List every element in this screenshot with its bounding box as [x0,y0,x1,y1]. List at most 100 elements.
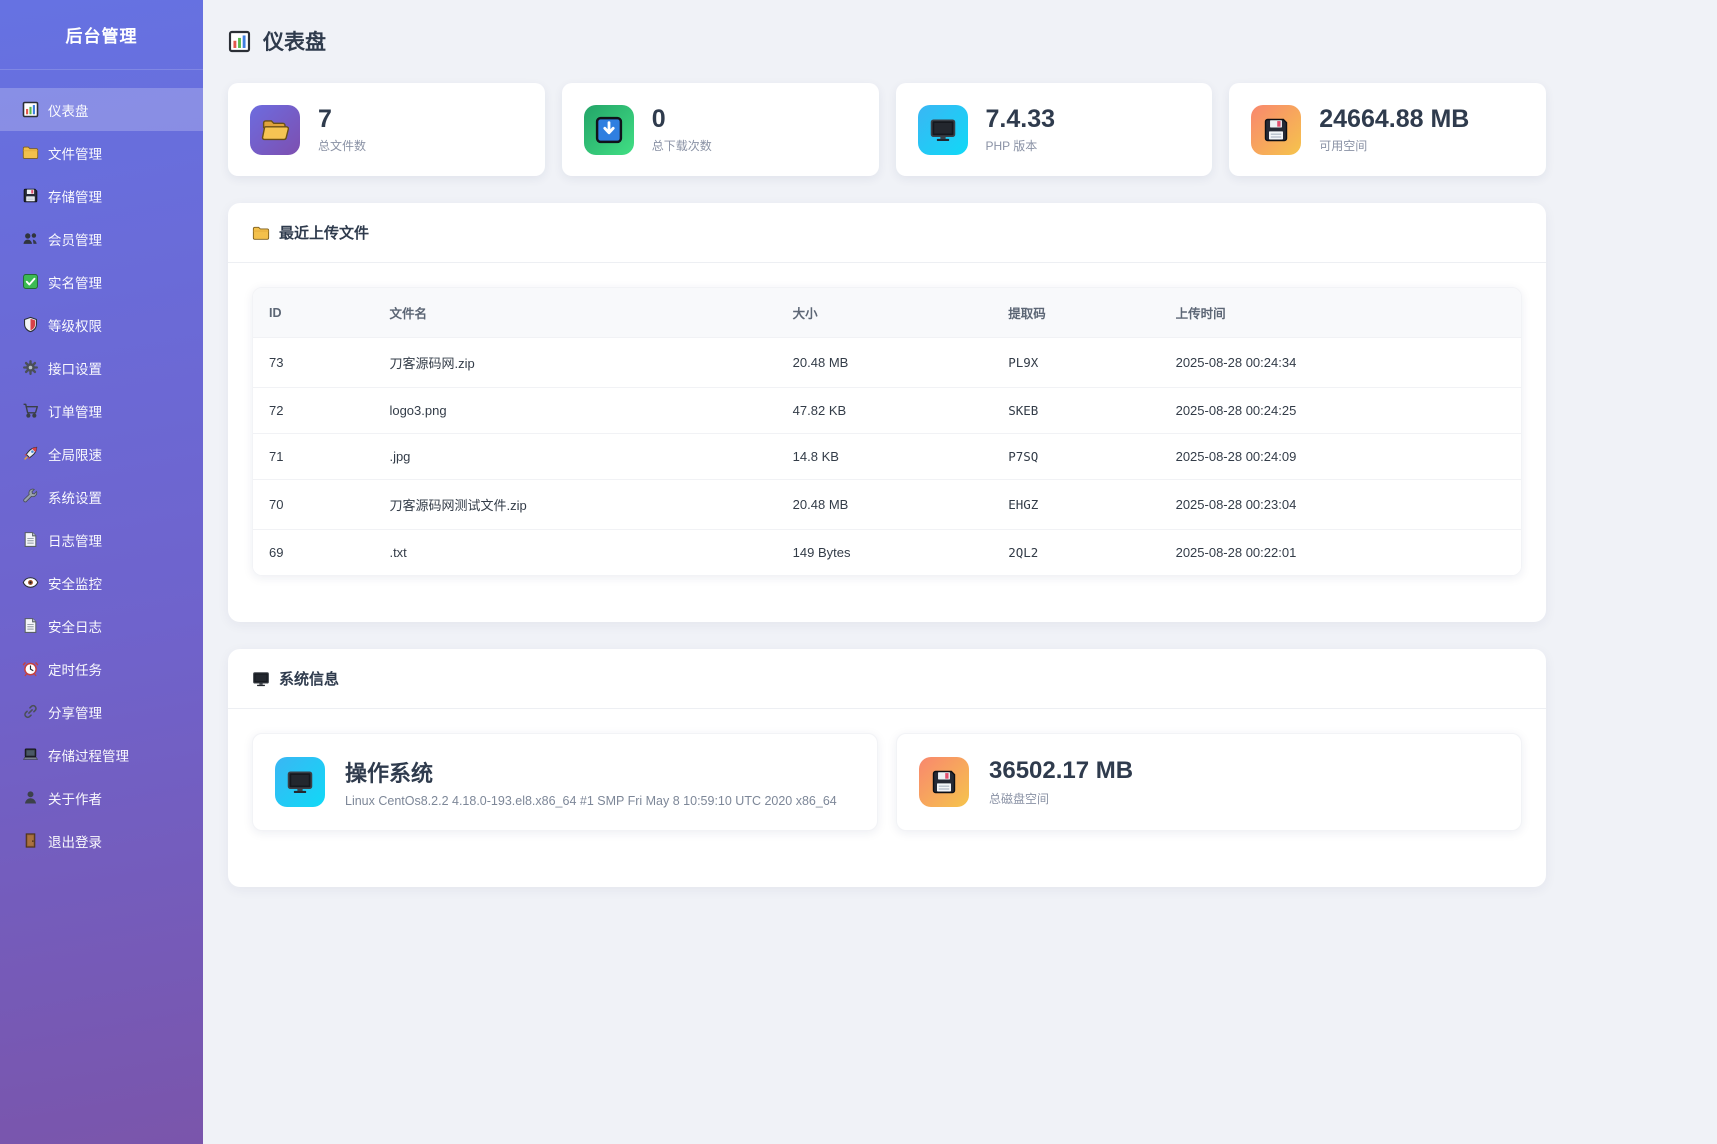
recent-files-title: 最近上传文件 [279,222,369,243]
cell-size: 149 Bytes [777,530,993,576]
shield-icon [22,316,39,333]
sidebar-item-permissions[interactable]: 等级权限 [0,303,203,346]
os-description: Linux CentOs8.2.2 4.18.0-193.el8.x86_64 … [345,794,837,808]
sidebar-item-label: 接口设置 [48,358,102,378]
table-row: 73 刀客源码网.zip 20.48 MB PL9X 2025-08-28 00… [253,338,1521,388]
sidebar-item-shares[interactable]: 分享管理 [0,690,203,733]
stat-card-total-downloads: 0 总下载次数 [562,83,879,176]
monitor-icon [252,670,270,688]
sidebar-item-logout[interactable]: 退出登录 [0,819,203,862]
sidebar-item-logs[interactable]: 日志管理 [0,518,203,561]
sidebar-item-security-logs[interactable]: 安全日志 [0,604,203,647]
monitor-icon [286,768,314,796]
sidebar-item-label: 安全监控 [48,573,102,593]
floppy-icon [22,187,39,204]
folder-icon [22,144,39,161]
sidebar-item-realname[interactable]: 实名管理 [0,260,203,303]
sidebar-item-security-monitor[interactable]: 安全监控 [0,561,203,604]
cell-code: P7SQ [992,434,1159,480]
sidebar-item-label: 存储过程管理 [48,745,129,765]
system-info-panel: 系统信息 操作系统 Linux CentOs8.2.2 4.18.0-193.e… [228,649,1546,887]
check-square-icon [22,273,39,290]
sidebar-item-label: 关于作者 [48,788,102,808]
cell-size: 20.48 MB [777,480,993,530]
column-header-size: 大小 [777,288,993,338]
stat-badge [1251,105,1301,155]
sidebar-item-label: 全局限速 [48,444,102,464]
cell-filename: 刀客源码网.zip [373,338,776,388]
stat-badge [584,105,634,155]
column-header-uploaded-at: 上传时间 [1160,288,1521,338]
cell-size: 14.8 KB [777,434,993,480]
stat-label: 总下载次数 [652,137,712,154]
cart-icon [22,402,39,419]
download-icon [595,116,623,144]
sidebar-item-cron-tasks[interactable]: 定时任务 [0,647,203,690]
page-title-text: 仪表盘 [263,26,326,56]
cell-code: EHGZ [992,480,1159,530]
cell-id: 69 [253,530,373,576]
sidebar-item-label: 文件管理 [48,143,102,163]
cell-uploaded-at: 2025-08-28 00:24:34 [1160,338,1521,388]
sidebar-item-stored-procedures[interactable]: 存储过程管理 [0,733,203,776]
stat-value: 7 [318,105,366,134]
sidebar-item-label: 定时任务 [48,659,102,679]
sidebar-item-label: 仪表盘 [48,100,89,120]
cell-size: 47.82 KB [777,388,993,434]
sidebar-item-rate-limit[interactable]: 全局限速 [0,432,203,475]
cell-id: 70 [253,480,373,530]
sidebar-item-label: 订单管理 [48,401,102,421]
disk-total-label: 总磁盘空间 [989,790,1133,807]
floppy-icon [1262,116,1290,144]
recent-files-header: 最近上传文件 [228,203,1546,263]
wrench-icon [22,488,39,505]
sidebar-item-storage[interactable]: 存储管理 [0,174,203,217]
cell-size: 20.48 MB [777,338,993,388]
os-badge [275,757,325,807]
sidebar-item-label: 存储管理 [48,186,102,206]
rocket-icon [22,445,39,462]
system-info-header: 系统信息 [228,649,1546,709]
floppy-icon [930,768,958,796]
cell-uploaded-at: 2025-08-28 00:24:25 [1160,388,1521,434]
table-row: 72 logo3.png 47.82 KB SKEB 2025-08-28 00… [253,388,1521,434]
users-icon [22,230,39,247]
sidebar-item-orders[interactable]: 订单管理 [0,389,203,432]
stat-value: 7.4.33 [986,105,1056,134]
stat-card-free-space: 24664.88 MB 可用空间 [1229,83,1546,176]
sidebar-item-label: 系统设置 [48,487,102,507]
recent-files-panel: 最近上传文件 ID 文件名 大小 提取码 上传时间 [228,203,1546,622]
stat-badge [918,105,968,155]
table-row: 71 .jpg 14.8 KB P7SQ 2025-08-28 00:24:09 [253,434,1521,480]
cell-filename: .jpg [373,434,776,480]
door-icon [22,832,39,849]
sidebar-item-about-author[interactable]: 关于作者 [0,776,203,819]
sidebar-item-dashboard[interactable]: 仪表盘 [0,88,203,131]
document-icon [22,617,39,634]
column-header-id: ID [253,288,373,338]
sidebar-item-label: 会员管理 [48,229,102,249]
cell-id: 71 [253,434,373,480]
column-header-code: 提取码 [992,288,1159,338]
sidebar-header: 后台管理 [0,0,203,70]
sidebar-item-files[interactable]: 文件管理 [0,131,203,174]
cell-code: PL9X [992,338,1159,388]
stat-label: PHP 版本 [986,137,1056,154]
sidebar-item-api-settings[interactable]: 接口设置 [0,346,203,389]
sidebar-item-members[interactable]: 会员管理 [0,217,203,260]
recent-files-table-card: ID 文件名 大小 提取码 上传时间 73 刀客源码网.zip 20.48 MB [252,287,1522,576]
disk-total-value: 36502.17 MB [989,757,1133,785]
person-icon [22,789,39,806]
stat-label: 可用空间 [1319,137,1469,154]
eye-icon [22,574,39,591]
monitor-icon [929,116,957,144]
stat-badge [250,105,300,155]
cell-uploaded-at: 2025-08-28 00:24:09 [1160,434,1521,480]
stat-card-total-files: 7 总文件数 [228,83,545,176]
alarm-clock-icon [22,660,39,677]
page-title: 仪表盘 [228,26,1546,56]
stats-row: 7 总文件数 0 总下载次数 7.4.33 PHP 版本 [228,83,1546,176]
cell-uploaded-at: 2025-08-28 00:23:04 [1160,480,1521,530]
sidebar-item-system-settings[interactable]: 系统设置 [0,475,203,518]
stat-value: 0 [652,105,712,134]
